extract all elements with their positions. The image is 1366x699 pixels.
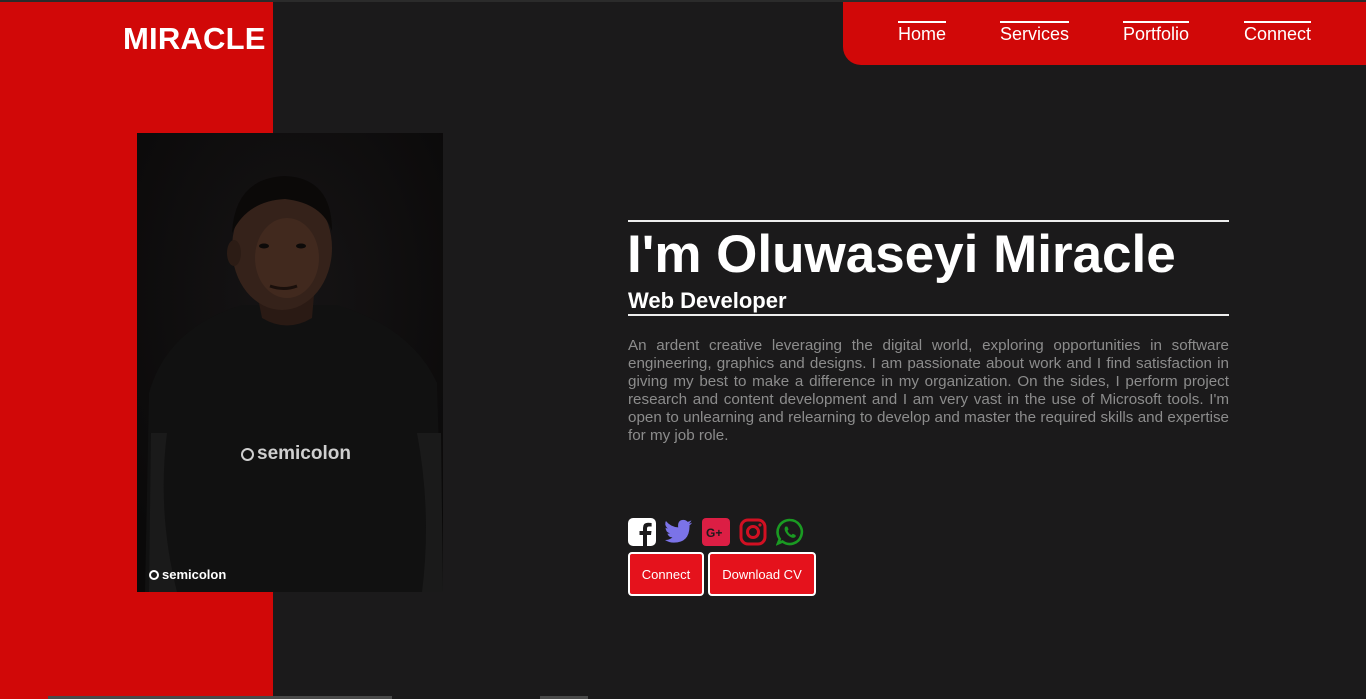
headline-bottom-rule: [628, 314, 1229, 316]
nav-portfolio[interactable]: Portfolio: [1123, 21, 1190, 45]
download-cv-button[interactable]: Download CV: [708, 552, 816, 596]
nav-connect[interactable]: Connect: [1244, 21, 1312, 45]
instagram-icon[interactable]: [739, 518, 767, 546]
svg-text:G+: G+: [706, 526, 722, 540]
connect-button[interactable]: Connect: [628, 552, 704, 596]
social-links: G+: [628, 518, 804, 546]
google-plus-icon[interactable]: G+: [702, 518, 730, 546]
job-title: Web Developer: [628, 288, 787, 313]
twitter-icon[interactable]: [665, 518, 693, 546]
bio-paragraph: An ardent creative leveraging the digita…: [628, 337, 1229, 444]
nav-services[interactable]: Services: [1000, 21, 1070, 45]
site-logo[interactable]: MIRACLE: [123, 21, 266, 57]
nav-home[interactable]: Home: [898, 21, 947, 45]
shirt-logo: semicolon: [241, 443, 351, 465]
whatsapp-icon[interactable]: [776, 518, 804, 546]
semicolon-watermark-icon: [149, 569, 159, 580]
headline-top-rule: [628, 220, 1229, 222]
person-silhouette: [137, 133, 443, 592]
page-title: I'm Oluwaseyi Miracle: [627, 225, 1176, 284]
top-nav: Home Services Portfolio Connect: [843, 2, 1366, 65]
photo-watermark: semicolon: [149, 567, 226, 582]
facebook-icon[interactable]: [628, 518, 656, 546]
semicolon-logo-icon: [241, 447, 254, 461]
profile-photo: semicolon semicolon: [137, 133, 443, 592]
